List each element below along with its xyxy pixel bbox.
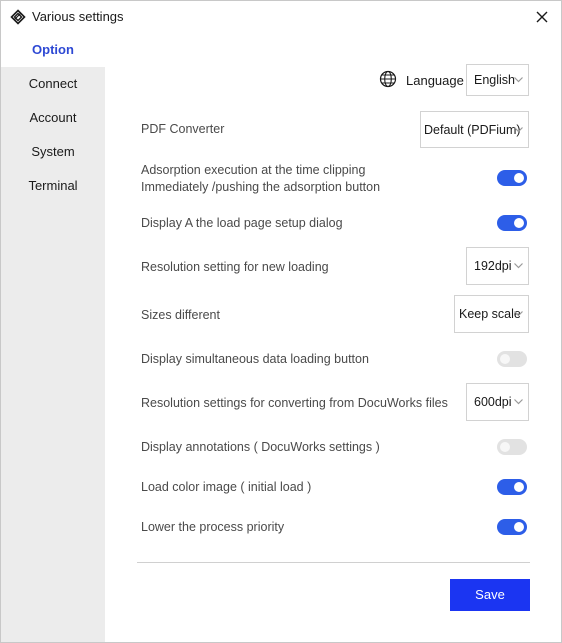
- language-select[interactable]: English: [466, 64, 529, 96]
- adsorption-toggle[interactable]: [497, 170, 527, 186]
- close-icon: [536, 11, 548, 23]
- resolution-new-value: 192dpi: [474, 259, 512, 273]
- chevron-down-icon: [514, 263, 523, 269]
- load-color-label: Load color image ( initial load ): [141, 480, 312, 494]
- globe-icon: [379, 70, 397, 88]
- language-label: Language: [406, 73, 464, 88]
- annotations-toggle[interactable]: [497, 439, 527, 455]
- pdf-converter-label: PDF Converter: [141, 122, 225, 136]
- pdf-converter-value: Default (PDFium): [424, 122, 521, 137]
- settings-window: Various settings Option Connect Account …: [0, 0, 562, 643]
- sizes-different-select[interactable]: Keep scale: [454, 295, 529, 333]
- window-title: Various settings: [32, 9, 124, 24]
- toggle-knob: [514, 173, 524, 183]
- annotations-label: Display annotations ( DocuWorks settings…: [141, 440, 380, 454]
- chevron-down-icon: [514, 311, 523, 317]
- sidebar-item-system[interactable]: System: [1, 135, 105, 169]
- pdf-converter-select[interactable]: Default (PDFium): [420, 111, 529, 148]
- sidebar-item-connect[interactable]: Connect: [1, 67, 105, 101]
- toggle-knob: [500, 442, 510, 452]
- resolution-docuworks-select[interactable]: 600dpi: [466, 383, 529, 421]
- close-button[interactable]: [531, 6, 553, 28]
- toggle-knob: [514, 482, 524, 492]
- chevron-down-icon: [514, 126, 523, 132]
- load-color-toggle[interactable]: [497, 479, 527, 495]
- adsorption-label-line1: Adsorption execution at the time clippin…: [141, 163, 366, 177]
- chevron-down-icon: [514, 77, 523, 83]
- chevron-down-icon: [514, 399, 523, 405]
- simultaneous-button-toggle[interactable]: [497, 351, 527, 367]
- title-bar: Various settings: [1, 1, 561, 33]
- toggle-knob: [514, 218, 524, 228]
- toggle-knob: [500, 354, 510, 364]
- save-button[interactable]: Save: [450, 579, 530, 611]
- resolution-new-select[interactable]: 192dpi: [466, 247, 529, 285]
- sidebar-item-account[interactable]: Account: [1, 101, 105, 135]
- sidebar: Option Connect Account System Terminal: [1, 33, 105, 642]
- option-panel: Language English PDF Converter Default (…: [105, 33, 561, 642]
- toggle-knob: [514, 522, 524, 532]
- simultaneous-button-label: Display simultaneous data loading button: [141, 352, 369, 366]
- sidebar-item-option[interactable]: Option: [1, 33, 105, 67]
- lower-priority-label: Lower the process priority: [141, 520, 285, 534]
- layers-icon: [10, 9, 26, 25]
- sidebar-item-terminal[interactable]: Terminal: [1, 169, 105, 203]
- language-value: English: [474, 73, 515, 87]
- lower-priority-toggle[interactable]: [497, 519, 527, 535]
- adsorption-label-line2: Immediately /pushing the adsorption butt…: [141, 180, 381, 194]
- resolution-docuworks-label: Resolution settings for converting from …: [141, 396, 448, 410]
- footer-divider: [137, 562, 530, 563]
- sizes-different-label: Sizes different: [141, 308, 220, 322]
- resolution-new-label: Resolution setting for new loading: [141, 260, 329, 274]
- load-page-setup-label: Display A the load page setup dialog: [141, 216, 343, 230]
- load-page-setup-toggle[interactable]: [497, 215, 527, 231]
- sizes-different-value: Keep scale: [459, 307, 521, 321]
- resolution-docuworks-value: 600dpi: [474, 395, 512, 409]
